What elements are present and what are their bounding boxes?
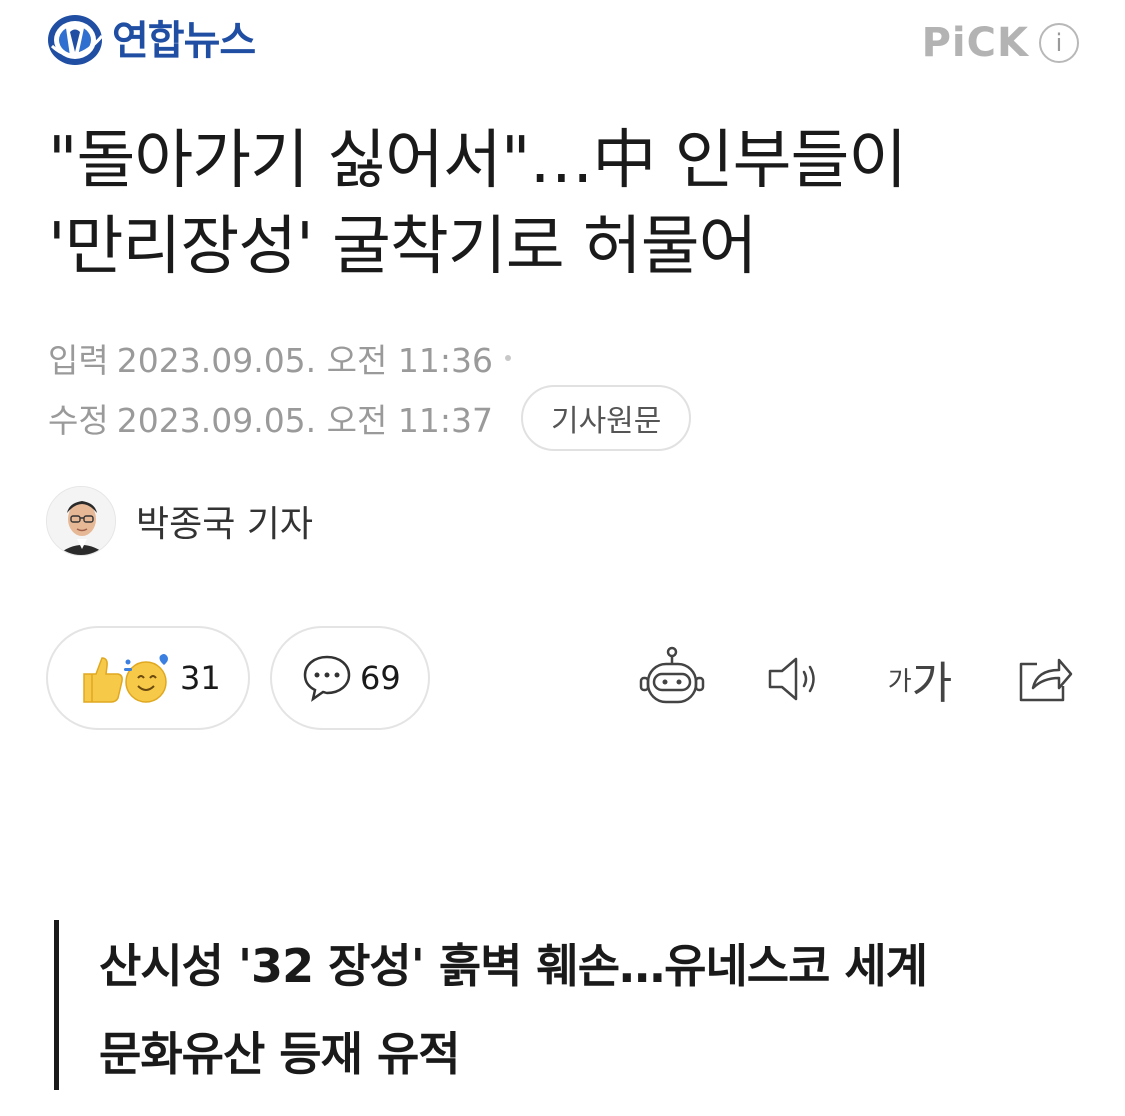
yonhap-logo-icon: [48, 15, 104, 65]
comment-count: 69: [360, 659, 401, 697]
comment-icon: [303, 655, 351, 702]
input-label: 입력: [48, 341, 109, 380]
subheading-line1: 산시성 '32 장성' 흙벽 훼손…유네스코 세계: [99, 939, 928, 993]
subheading-line2: 문화유산 등재 유적: [99, 1027, 461, 1081]
font-size-large-label: 가: [911, 658, 953, 709]
brand-name: 연합뉴스: [112, 18, 256, 64]
modified-label: 수정: [48, 401, 109, 440]
input-datetime: 2023.09.05. 오전 11:36: [116, 341, 493, 380]
info-icon[interactable]: i: [1039, 23, 1079, 63]
yonhap-logo[interactable]: 연합뉴스: [44, 6, 256, 68]
app-header: 연합뉴스 PiCK i: [0, 0, 1125, 100]
published-info: 입력 2023.09.05. 오전 11:36: [48, 334, 511, 382]
reporter-photo-icon: [47, 487, 115, 555]
modified-info: 수정 2023.09.05. 오전 11:37 기사원문: [48, 385, 692, 451]
reporter[interactable]: 박종국 기자: [46, 486, 313, 556]
article-title-line1: "돌아가기 싫어서"…中 인부들이: [48, 124, 907, 198]
reaction-count: 31: [180, 659, 221, 697]
ai-bot-icon: [639, 646, 705, 704]
smile-icon: [124, 654, 168, 703]
listen-button[interactable]: [762, 644, 828, 714]
original-article-button[interactable]: 기사원문: [520, 385, 692, 451]
reaction-button[interactable]: 31: [46, 626, 250, 730]
share-icon: [1019, 658, 1073, 702]
speaker-icon: [768, 657, 815, 701]
comment-button[interactable]: 69: [270, 626, 430, 730]
font-size-button[interactable]: 가 가: [880, 644, 960, 714]
ai-summary-button[interactable]: [636, 644, 708, 714]
font-size-small-label: 가: [887, 666, 912, 697]
modified-datetime: 2023.09.05. 오전 11:37: [116, 401, 493, 440]
article-title: "돌아가기 싫어서"…中 인부들이 '만리장성' 굴착기로 허물어: [48, 118, 1088, 290]
separator-dot: [504, 355, 511, 361]
article-title-line2: '만리장성' 굴착기로 허물어: [48, 210, 758, 284]
share-button[interactable]: [1012, 644, 1078, 714]
avatar: [46, 486, 116, 556]
pick-label: PiCK: [921, 20, 1029, 66]
pick-badge[interactable]: PiCK i: [922, 20, 1079, 66]
thumbs-up-icon: [83, 657, 123, 703]
reporter-name: 박종국 기자: [136, 504, 314, 545]
article-subheading: 산시성 '32 장성' 흙벽 훼손…유네스코 세계 문화유산 등재 유적: [54, 920, 1074, 1090]
